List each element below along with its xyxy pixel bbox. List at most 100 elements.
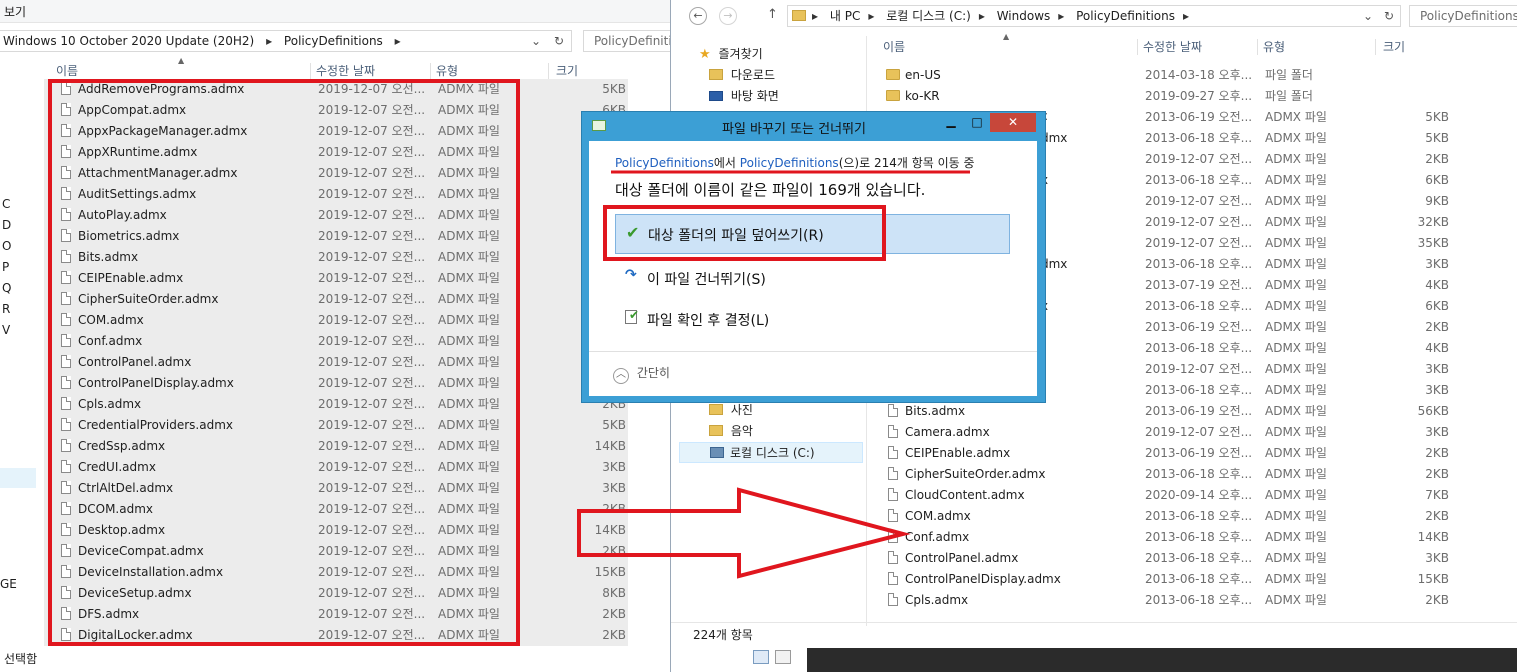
search-input[interactable]: PolicyDefinitions 검: [1409, 5, 1517, 27]
file-row[interactable]: AppxPackageManager.admx 2019-12-07 오전... A…: [44, 121, 628, 142]
file-row[interactable]: Conf.admx 2013-06-18 오후... ADMX 파일 14KB: [871, 527, 1471, 548]
file-row[interactable]: Biometrics.admx 2019-12-07 오전... ADMX 파일: [44, 226, 628, 247]
file-row[interactable]: CipherSuiteOrder.admx 2019-12-07 오전... ADM…: [44, 289, 628, 310]
file-row[interactable]: COM.admx 2013-06-18 오후... ADMX 파일 2KB: [871, 506, 1471, 527]
nav-letter[interactable]: P: [2, 260, 9, 274]
file-row[interactable]: AddRemovePrograms.admx 2019-12-07 오선... AD…: [44, 79, 628, 100]
left-explorer-window: 보기 Windows 10 October 2020 Update (20H2)…: [0, 0, 679, 672]
file-row[interactable]: AutoPlay.admx 2019-12-07 오전... ADMX 파일: [44, 205, 628, 226]
file-row[interactable]: ko-KR 2019-09-27 오후... 파일 폴더: [871, 86, 1471, 107]
column-header-size[interactable]: 크기: [1383, 36, 1405, 58]
file-size: 3KB: [602, 460, 626, 474]
file-icon: [888, 446, 898, 459]
address-segment[interactable]: PolicyDefinitions: [1076, 9, 1175, 23]
nav-letter[interactable]: GE: [0, 577, 17, 591]
file-type: ADMX 파일: [1265, 551, 1327, 565]
file-row[interactable]: CtrlAltDel.admx 2019-12-07 오전... ADMX 파일 3K…: [44, 478, 628, 499]
column-header-type[interactable]: 유형: [1263, 36, 1285, 58]
nav-letter[interactable]: O: [2, 239, 11, 253]
move-status-line: PolicyDefinitions에서 PolicyDefinitions(으)…: [615, 156, 975, 170]
file-row[interactable]: Conf.admx 2019-12-07 오전... ADMX 파일: [44, 331, 628, 352]
nav-item-pictures[interactable]: 사진: [709, 400, 753, 421]
file-row[interactable]: DeviceSetup.admx 2019-12-07 오전... ADMX 파일 8…: [44, 583, 628, 604]
file-row[interactable]: CredUI.admx 2019-12-07 오전... ADMX 파일 3KB: [44, 457, 628, 478]
file-date: 2019-12-07 오전...: [318, 103, 426, 117]
file-row[interactable]: CEIPEnable.admx 2019-12-07 오전... ADMX 파일: [44, 268, 628, 289]
nav-letter[interactable]: D: [2, 218, 11, 232]
address-dropdown-icon[interactable]: ⌄: [531, 31, 541, 51]
file-icon: [61, 103, 71, 116]
address-dropdown-icon[interactable]: ⌄: [1363, 6, 1373, 26]
file-row[interactable]: CredentialProviders.admx 2019-12-07 오전...…: [44, 415, 628, 436]
file-row[interactable]: DeviceInstallation.admx 2019-12-07 오전... A…: [44, 562, 628, 583]
address-segment[interactable]: PolicyDefinitions: [284, 34, 383, 48]
file-row[interactable]: en-US 2014-03-18 오후... 파일 폴더: [871, 65, 1471, 86]
file-row[interactable]: AuditSettings.admx 2019-12-07 오전... ADMX 파…: [44, 184, 628, 205]
file-row[interactable]: Cpls.admx 2013-06-18 오후... ADMX 파일 2KB: [871, 590, 1471, 611]
fewer-details-button[interactable]: ︿ 간단히: [613, 364, 670, 384]
details-view-icon[interactable]: [753, 650, 769, 664]
file-row[interactable]: ControlPanelDisplay.admx 2013-06-18 오후...…: [871, 569, 1471, 590]
view-menu[interactable]: 보기: [4, 3, 26, 20]
address-bar[interactable]: Windows 10 October 2020 Update (20H2) ▸ …: [0, 30, 572, 52]
file-icon: [888, 593, 898, 606]
nav-item-music[interactable]: 음악: [709, 421, 753, 442]
file-row[interactable]: AttachmentManager.admx 2019-12-07 오전... AD…: [44, 163, 628, 184]
file-row[interactable]: DCOM.admx 2019-12-07 오전... ADMX 파일 2KB: [44, 499, 628, 520]
large-icons-view-icon[interactable]: [775, 650, 791, 664]
address-segment[interactable]: Windows: [997, 9, 1051, 23]
file-row[interactable]: DeviceCompat.admx 2019-12-07 오전... ADMX 파일…: [44, 541, 628, 562]
maximize-button[interactable]: □: [964, 113, 990, 132]
file-row[interactable]: CredSsp.admx 2019-12-07 오전... ADMX 파일 14KB: [44, 436, 628, 457]
nav-letter[interactable]: V: [2, 323, 10, 337]
nav-item-local-disk[interactable]: 로컬 디스크 (C:): [679, 442, 863, 463]
file-type: ADMX 파일: [438, 376, 500, 390]
address-segment[interactable]: 내 PC: [830, 9, 860, 23]
nav-item-favorites[interactable]: ★ 즐겨찾기: [699, 44, 763, 65]
refresh-icon[interactable]: ↻: [1384, 6, 1394, 26]
search-input[interactable]: PolicyDefinitio: [583, 30, 679, 52]
nav-item-desktop[interactable]: 바탕 화면: [709, 86, 779, 107]
dest-folder-link[interactable]: PolicyDefinitions: [740, 156, 839, 170]
file-type: ADMX 파일: [1265, 467, 1327, 481]
file-row[interactable]: Bits.admx 2019-12-07 오전... ADMX 파일: [44, 247, 628, 268]
file-row[interactable]: CloudContent.admx 2020-09-14 오후... ADMX 파일…: [871, 485, 1471, 506]
file-row[interactable]: DFS.admx 2019-12-07 오전... ADMX 파일 2KB: [44, 604, 628, 625]
file-row[interactable]: AppXRuntime.admx 2019-12-07 오전... ADMX 파일: [44, 142, 628, 163]
file-row[interactable]: ControlPanel.admx 2019-12-07 오전... ADMX 파일: [44, 352, 628, 373]
file-type: ADMX 파일: [438, 523, 500, 537]
nav-letter[interactable]: C: [2, 197, 10, 211]
up-button[interactable]: ↑: [767, 7, 778, 22]
file-row[interactable]: ControlPanelDisplay.admx 2019-12-07 오전...…: [44, 373, 628, 394]
nav-letter[interactable]: Q: [2, 281, 11, 295]
file-date: 2013-06-19 오전...: [1145, 110, 1253, 124]
back-button[interactable]: ←: [689, 7, 707, 25]
source-folder-link[interactable]: PolicyDefinitions: [615, 156, 714, 170]
file-name: DFS.admx: [78, 607, 140, 621]
nav-item-downloads[interactable]: 다운로드: [709, 65, 775, 86]
minimize-button[interactable]: ▁: [938, 113, 964, 132]
file-row[interactable]: CipherSuiteOrder.admx 2013-06-18 오후... ADM…: [871, 464, 1471, 485]
file-row[interactable]: CEIPEnable.admx 2013-06-19 오전... ADMX 파일 2K…: [871, 443, 1471, 464]
file-row[interactable]: Desktop.admx 2019-12-07 오전... ADMX 파일 14KB: [44, 520, 628, 541]
replace-option[interactable]: ✔ 대상 폴더의 파일 덮어쓰기(R): [615, 214, 1010, 254]
file-row[interactable]: Bits.admx 2013-06-19 오전... ADMX 파일 56KB: [871, 401, 1471, 422]
address-bar[interactable]: ▸ 내 PC ▸ 로컬 디스크 (C:) ▸ Windows ▸ PolicyDefi…: [787, 5, 1401, 27]
column-header-name[interactable]: 이름: [883, 36, 905, 58]
file-row[interactable]: Cpls.admx 2019-12-07 오전... ADMX 파일 2KB: [44, 394, 628, 415]
nav-selected-item[interactable]: [0, 468, 36, 488]
file-row[interactable]: COM.admx 2019-12-07 오전... ADMX 파일: [44, 310, 628, 331]
address-segment[interactable]: Windows 10 October 2020 Update (20H2): [3, 34, 254, 48]
column-header-date[interactable]: 수정한 날짜: [1143, 36, 1202, 58]
file-row[interactable]: ControlPanel.admx 2013-06-18 오후... ADMX 파일…: [871, 548, 1471, 569]
file-row[interactable]: Camera.admx 2019-12-07 오전... ADMX 파일 3KB: [871, 422, 1471, 443]
close-button[interactable]: ✕: [990, 113, 1036, 132]
decide-option[interactable]: ✔ 파일 확인 후 결정(L): [615, 302, 1010, 336]
forward-button[interactable]: →: [719, 7, 737, 25]
file-row[interactable]: AppCompat.admx 2019-12-07 오전... ADMX 파일 6KB: [44, 100, 628, 121]
file-row[interactable]: DigitalLocker.admx 2019-12-07 오전... ADMX 파…: [44, 625, 628, 646]
skip-option[interactable]: ↷ 이 파일 건너뛰기(S): [615, 261, 1010, 295]
refresh-icon[interactable]: ↻: [554, 31, 564, 51]
address-segment[interactable]: 로컬 디스크 (C:): [886, 9, 971, 23]
nav-letter[interactable]: R: [2, 302, 10, 316]
